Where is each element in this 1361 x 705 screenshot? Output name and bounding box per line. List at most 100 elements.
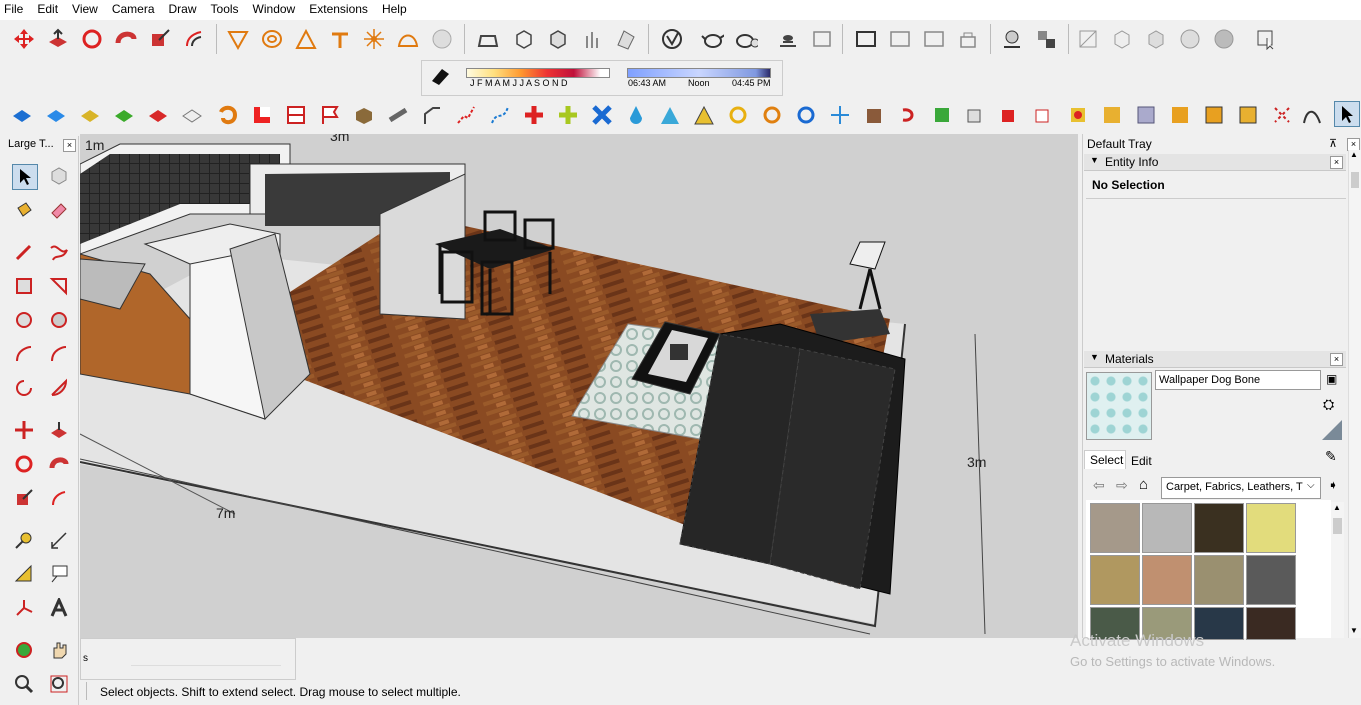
modeling-viewport[interactable]: 1m 3m 7m 3m — [80, 134, 1078, 638]
display-secondary-icon[interactable] — [1322, 420, 1342, 440]
select-arrow-icon[interactable] — [12, 164, 38, 190]
extension-manager-icon[interactable] — [614, 27, 638, 51]
terrain-icon[interactable] — [658, 103, 682, 127]
tiles-orange2-icon[interactable] — [1202, 103, 1226, 127]
menu-camera[interactable]: Camera — [112, 0, 155, 20]
home-icon[interactable]: ⌂ — [1139, 476, 1148, 493]
bezier-icon[interactable] — [1300, 103, 1324, 127]
axes-icon[interactable] — [12, 596, 36, 620]
circle-icon[interactable] — [12, 308, 36, 332]
curve-blue-icon[interactable] — [488, 103, 512, 127]
eraser-icon[interactable] — [47, 198, 71, 222]
stamp-icon[interactable] — [328, 27, 352, 51]
smoove-icon[interactable] — [294, 27, 318, 51]
blue-frame-icon[interactable] — [1134, 103, 1158, 127]
box-icon[interactable] — [352, 103, 376, 127]
close-icon[interactable]: × — [63, 139, 76, 152]
polygon-icon[interactable] — [47, 308, 71, 332]
iso-view-icon[interactable] — [1110, 27, 1134, 51]
measurements-value-field[interactable] — [131, 655, 281, 666]
rectangle-icon[interactable] — [12, 274, 36, 298]
tape-measure-icon[interactable] — [12, 528, 36, 552]
entity-info-header[interactable]: ▼ Entity Info × — [1084, 154, 1346, 171]
checker-sphere-icon[interactable] — [1212, 27, 1236, 51]
offset-tool-icon[interactable] — [47, 486, 71, 510]
details-arrow-icon[interactable]: ➧ — [1328, 478, 1338, 492]
rotated-rectangle-icon[interactable] — [47, 274, 71, 298]
render-teapot-icon[interactable] — [700, 27, 724, 51]
light-gen-icon[interactable] — [888, 27, 912, 51]
sample-paint-icon[interactable]: ⛭ — [1323, 396, 1334, 413]
lock-camera-icon[interactable] — [956, 27, 980, 51]
month-slider[interactable] — [466, 68, 610, 78]
arc-icon[interactable] — [12, 342, 36, 366]
menu-help[interactable]: Help — [382, 0, 407, 20]
swatch-11[interactable] — [1246, 607, 1296, 640]
pan-hand-icon[interactable] — [47, 638, 71, 662]
menu-tools[interactable]: Tools — [211, 0, 239, 20]
proxy-icon[interactable] — [1034, 27, 1058, 51]
frame-buffer-icon[interactable] — [776, 27, 800, 51]
two-point-arc-icon[interactable] — [47, 342, 71, 366]
3d-text-icon[interactable] — [47, 596, 71, 620]
pyramid-icon[interactable] — [692, 103, 716, 127]
tiles-orange3-icon[interactable] — [1236, 103, 1260, 127]
loop-blue-icon[interactable] — [794, 103, 818, 127]
section-plane-icon[interactable] — [1076, 27, 1100, 51]
cross-yellow-icon[interactable] — [556, 103, 580, 127]
scale-tool-icon[interactable] — [12, 486, 36, 510]
forward-arrow-icon[interactable]: ⇨ — [1116, 477, 1128, 494]
pin-icon[interactable]: ⊼ — [1329, 137, 1337, 150]
crate-icon[interactable] — [862, 103, 886, 127]
zoom-window-icon[interactable] — [47, 672, 71, 696]
measurements-box[interactable]: s — [80, 638, 296, 680]
curve-red-icon[interactable] — [454, 103, 478, 127]
select-cursor-box-icon[interactable] — [1254, 27, 1278, 51]
back-arrow-icon[interactable]: ⇦ — [1093, 477, 1105, 494]
layer-white-icon[interactable] — [180, 103, 204, 127]
sandbox-from-scratch-icon[interactable] — [260, 27, 284, 51]
swatch-6[interactable] — [1194, 555, 1244, 605]
scroll-up-icon[interactable]: ▲ — [1350, 150, 1358, 159]
sphere-light-icon[interactable] — [1000, 27, 1024, 51]
grid-multi-icon[interactable] — [1100, 103, 1124, 127]
collection-dropdown[interactable]: Carpet, Fabrics, Leathers, T ⌵ — [1161, 477, 1321, 499]
texture-sphere-icon[interactable] — [1178, 27, 1202, 51]
tray-scrollbar[interactable]: ▲ ▼ — [1348, 150, 1361, 638]
scale-icon[interactable] — [148, 27, 172, 51]
solid-subtract-icon[interactable] — [998, 103, 1022, 127]
get-models-icon[interactable] — [512, 27, 536, 51]
push-pull-tool-icon[interactable] — [47, 418, 71, 442]
share-model-icon[interactable] — [546, 27, 570, 51]
dimension-icon[interactable] — [47, 528, 71, 552]
eyedropper-icon[interactable]: ✎ — [1325, 448, 1337, 465]
paint-bucket-icon[interactable] — [12, 198, 36, 222]
create-material-icon[interactable]: ▣ — [1326, 372, 1337, 386]
top-view-icon[interactable] — [1144, 27, 1168, 51]
solid-split-icon[interactable] — [1066, 103, 1090, 127]
protractor-icon[interactable] — [12, 562, 36, 586]
vray-logo-icon[interactable] — [660, 27, 684, 51]
tiles-orange-icon[interactable] — [1168, 103, 1192, 127]
swatch-4[interactable] — [1090, 555, 1140, 605]
three-point-arc-icon[interactable] — [12, 376, 36, 400]
corner-icon[interactable] — [420, 103, 444, 127]
zoom-icon[interactable] — [12, 672, 36, 696]
tab-select[interactable]: Select — [1084, 450, 1126, 469]
materials-header[interactable]: ▼ Materials × — [1084, 351, 1346, 368]
entity-info-close-icon[interactable]: × — [1330, 156, 1343, 169]
loop-orange-icon[interactable] — [760, 103, 784, 127]
select-tool-active-icon[interactable] — [1334, 101, 1360, 127]
move-arrows-icon[interactable] — [828, 103, 852, 127]
swatch-scroll-up-icon[interactable]: ▲ — [1333, 503, 1341, 512]
pipe-icon[interactable] — [386, 103, 410, 127]
shadows-toggle-icon[interactable] — [428, 64, 452, 88]
make-component-icon[interactable] — [47, 164, 71, 188]
follow-me-tool-icon[interactable] — [47, 452, 71, 476]
drop-icon[interactable] — [624, 103, 648, 127]
swatch-7[interactable] — [1246, 555, 1296, 605]
solid-green-icon[interactable] — [930, 103, 954, 127]
swatch-scrollbar[interactable]: ▲ — [1331, 502, 1344, 638]
rotate-icon[interactable] — [80, 27, 104, 51]
text-tool-icon[interactable] — [47, 562, 71, 586]
